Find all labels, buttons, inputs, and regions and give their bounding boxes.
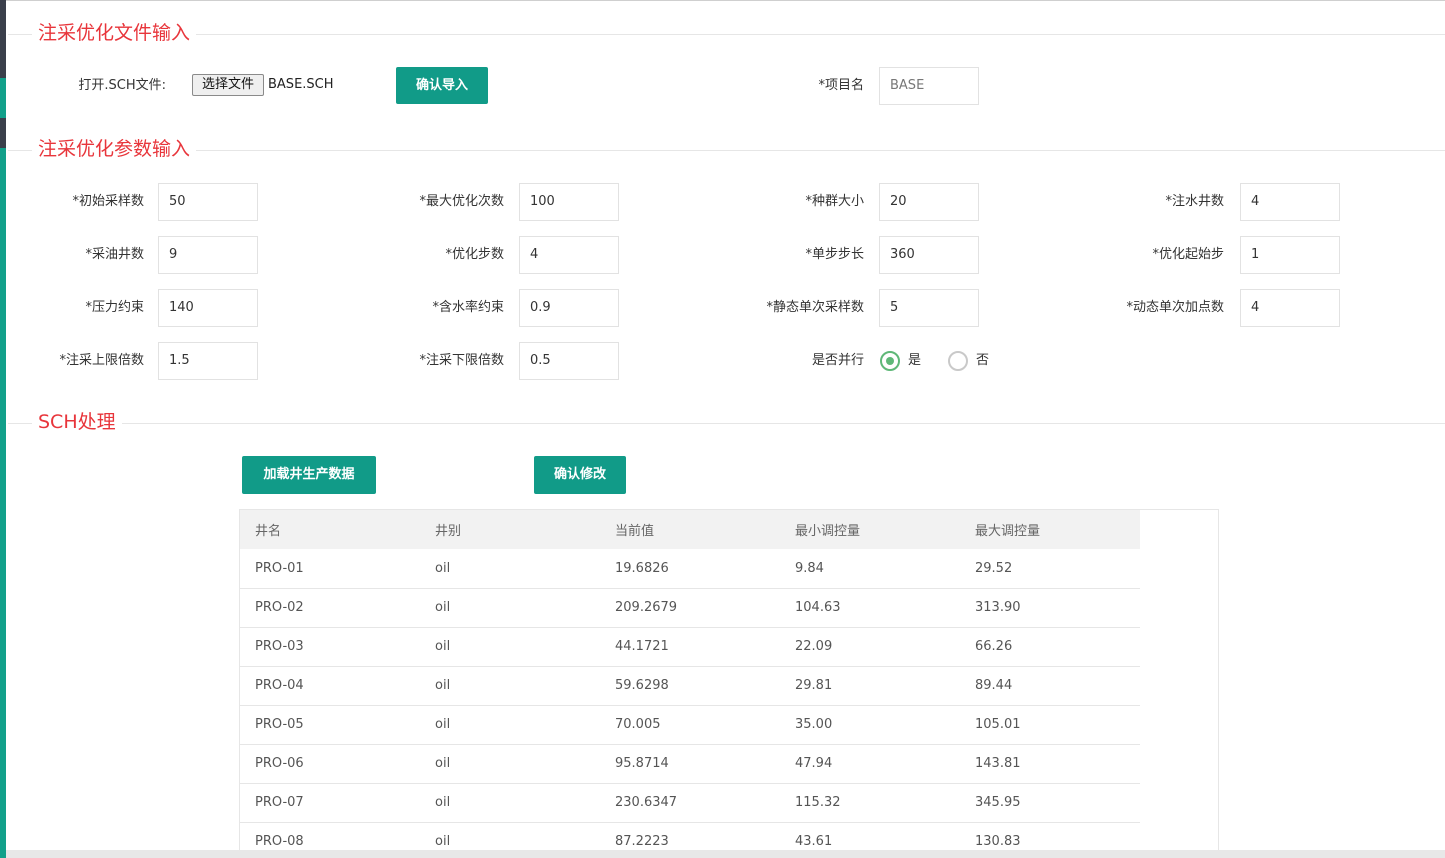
cell-well-type: oil bbox=[435, 717, 451, 732]
cell-well-type: oil bbox=[435, 560, 451, 576]
parallel-no-label: 否 bbox=[976, 353, 990, 368]
cell-well-name: PRO-02 bbox=[255, 600, 304, 615]
project-name-input[interactable]: BASE bbox=[879, 67, 979, 105]
param-label-watercut-constraint: *含水率约束 bbox=[432, 300, 504, 315]
table-row[interactable]: PRO-04 oil 59.6298 29.81 89.44 bbox=[240, 666, 1140, 705]
table-header-row: 井名 井别 当前值 最小调控量 最大调控量 bbox=[240, 510, 1140, 549]
cell-max-control[interactable]: 29.52 bbox=[960, 549, 1140, 588]
table-row[interactable]: PRO-06 oil 95.8714 47.94 143.81 bbox=[240, 744, 1140, 783]
cell-current-value[interactable]: 59.6298 bbox=[600, 666, 780, 705]
cell-well-type: oil bbox=[435, 600, 451, 615]
table-row[interactable]: PRO-01 oil 19.6826 9.84 29.52 bbox=[240, 549, 1140, 588]
left-sidebar-edge bbox=[0, 0, 6, 858]
param-input-upper-multiple[interactable]: 1.5 bbox=[158, 342, 258, 380]
file-name: BASE.SCH bbox=[268, 77, 334, 92]
section-title: 注采优化参数输入 bbox=[32, 138, 197, 160]
param-label-step-length: *单步步长 bbox=[805, 247, 864, 262]
cell-min-control[interactable]: 9.84 bbox=[780, 549, 960, 588]
section-param-input: 注采优化参数输入 bbox=[8, 138, 1445, 160]
cell-max-control[interactable]: 345.95 bbox=[960, 783, 1140, 822]
param-label-dynamic-points: *动态单次加点数 bbox=[1126, 300, 1224, 315]
param-input-lower-multiple[interactable]: 0.5 bbox=[519, 342, 619, 380]
cell-well-name: PRO-05 bbox=[255, 717, 304, 732]
confirm-modify-button[interactable]: 确认修改 bbox=[534, 456, 626, 494]
column-header: 最大调控量 bbox=[975, 524, 1041, 539]
param-label-optimization-steps: *优化步数 bbox=[445, 247, 504, 262]
cell-current-value[interactable]: 19.6826 bbox=[600, 549, 780, 588]
cell-well-name: PRO-04 bbox=[255, 678, 304, 693]
param-input-injection-wells[interactable]: 4 bbox=[1240, 183, 1340, 221]
well-data-table: 井名 井别 当前值 最小调控量 最大调控量 PRO-01 oil 19.6826… bbox=[239, 509, 1219, 858]
project-name-label: *项目名 bbox=[818, 78, 864, 93]
column-header: 井别 bbox=[435, 524, 462, 539]
param-label-population-size: *种群大小 bbox=[805, 194, 864, 209]
cell-max-control[interactable]: 143.81 bbox=[960, 744, 1140, 783]
parallel-no-radio[interactable] bbox=[948, 351, 968, 371]
cell-current-value[interactable]: 95.8714 bbox=[600, 744, 780, 783]
column-header: 当前值 bbox=[615, 524, 655, 539]
cell-well-name: PRO-07 bbox=[255, 795, 304, 810]
param-label-production-wells: *采油井数 bbox=[85, 247, 144, 262]
table-row[interactable]: PRO-07 oil 230.6347 115.32 345.95 bbox=[240, 783, 1140, 822]
cell-min-control[interactable]: 29.81 bbox=[780, 666, 960, 705]
param-label-upper-multiple: *注采上限倍数 bbox=[59, 353, 144, 368]
cell-current-value[interactable]: 44.1721 bbox=[600, 627, 780, 666]
section-file-input: 注采优化文件输入 bbox=[8, 22, 1445, 44]
section-sch-processing: SCH处理 bbox=[8, 411, 1445, 433]
param-input-max-iterations[interactable]: 100 bbox=[519, 183, 619, 221]
cell-min-control[interactable]: 104.63 bbox=[780, 588, 960, 627]
param-input-watercut-constraint[interactable]: 0.9 bbox=[519, 289, 619, 327]
parallel-yes-label: 是 bbox=[908, 353, 922, 368]
column-header: 最小调控量 bbox=[795, 524, 861, 539]
cell-min-control[interactable]: 47.94 bbox=[780, 744, 960, 783]
cell-well-type: oil bbox=[435, 639, 451, 654]
cell-current-value[interactable]: 209.2679 bbox=[600, 588, 780, 627]
param-label-injection-wells: *注水井数 bbox=[1165, 194, 1224, 209]
load-well-data-button[interactable]: 加载井生产数据 bbox=[242, 456, 376, 494]
cell-max-control[interactable]: 89.44 bbox=[960, 666, 1140, 705]
cell-well-type: oil bbox=[435, 795, 451, 810]
section-title: 注采优化文件输入 bbox=[32, 22, 197, 44]
cell-max-control[interactable]: 105.01 bbox=[960, 705, 1140, 744]
cell-well-name: PRO-03 bbox=[255, 639, 304, 654]
confirm-import-button[interactable]: 确认导入 bbox=[396, 67, 488, 104]
horizontal-scrollbar[interactable] bbox=[6, 850, 1445, 858]
table-row[interactable]: PRO-03 oil 44.1721 22.09 66.26 bbox=[240, 627, 1140, 666]
cell-min-control[interactable]: 35.00 bbox=[780, 705, 960, 744]
param-input-initial-samples[interactable]: 50 bbox=[158, 183, 258, 221]
param-input-static-samples[interactable]: 5 bbox=[879, 289, 979, 327]
param-label-static-samples: *静态单次采样数 bbox=[766, 300, 864, 315]
param-input-step-length[interactable]: 360 bbox=[879, 236, 979, 274]
param-label-pressure-constraint: *压力约束 bbox=[85, 300, 144, 315]
section-title: SCH处理 bbox=[32, 411, 122, 433]
param-label-max-iterations: *最大优化次数 bbox=[419, 194, 504, 209]
param-input-start-step[interactable]: 1 bbox=[1240, 236, 1340, 274]
param-label-start-step: *优化起始步 bbox=[1152, 247, 1224, 262]
parallel-yes-radio[interactable] bbox=[880, 351, 900, 371]
parallel-label: 是否并行 bbox=[811, 353, 864, 368]
param-input-dynamic-points[interactable]: 4 bbox=[1240, 289, 1340, 327]
cell-current-value[interactable]: 230.6347 bbox=[600, 783, 780, 822]
cell-well-name: PRO-01 bbox=[255, 560, 304, 576]
cell-min-control[interactable]: 115.32 bbox=[780, 783, 960, 822]
cell-max-control[interactable]: 313.90 bbox=[960, 588, 1140, 627]
cell-current-value[interactable]: 70.005 bbox=[600, 705, 780, 744]
table-row[interactable]: PRO-02 oil 209.2679 104.63 313.90 bbox=[240, 588, 1140, 627]
cell-well-type: oil bbox=[435, 678, 451, 693]
param-input-optimization-steps[interactable]: 4 bbox=[519, 236, 619, 274]
cell-min-control[interactable]: 22.09 bbox=[780, 627, 960, 666]
cell-well-type: oil bbox=[435, 756, 451, 771]
column-header: 井名 bbox=[255, 524, 282, 539]
param-input-pressure-constraint[interactable]: 140 bbox=[158, 289, 258, 327]
table-row[interactable]: PRO-05 oil 70.005 35.00 105.01 bbox=[240, 705, 1140, 744]
choose-file-button[interactable]: 选择文件 bbox=[192, 74, 264, 96]
param-input-population-size[interactable]: 20 bbox=[879, 183, 979, 221]
param-input-production-wells[interactable]: 9 bbox=[158, 236, 258, 274]
param-label-lower-multiple: *注采下限倍数 bbox=[419, 353, 504, 368]
cell-max-control[interactable]: 66.26 bbox=[960, 627, 1140, 666]
top-divider bbox=[6, 0, 1445, 1]
param-label-initial-samples: *初始采样数 bbox=[72, 194, 144, 209]
cell-well-name: PRO-06 bbox=[255, 756, 304, 771]
open-sch-label: 打开.SCH文件: bbox=[78, 78, 166, 93]
